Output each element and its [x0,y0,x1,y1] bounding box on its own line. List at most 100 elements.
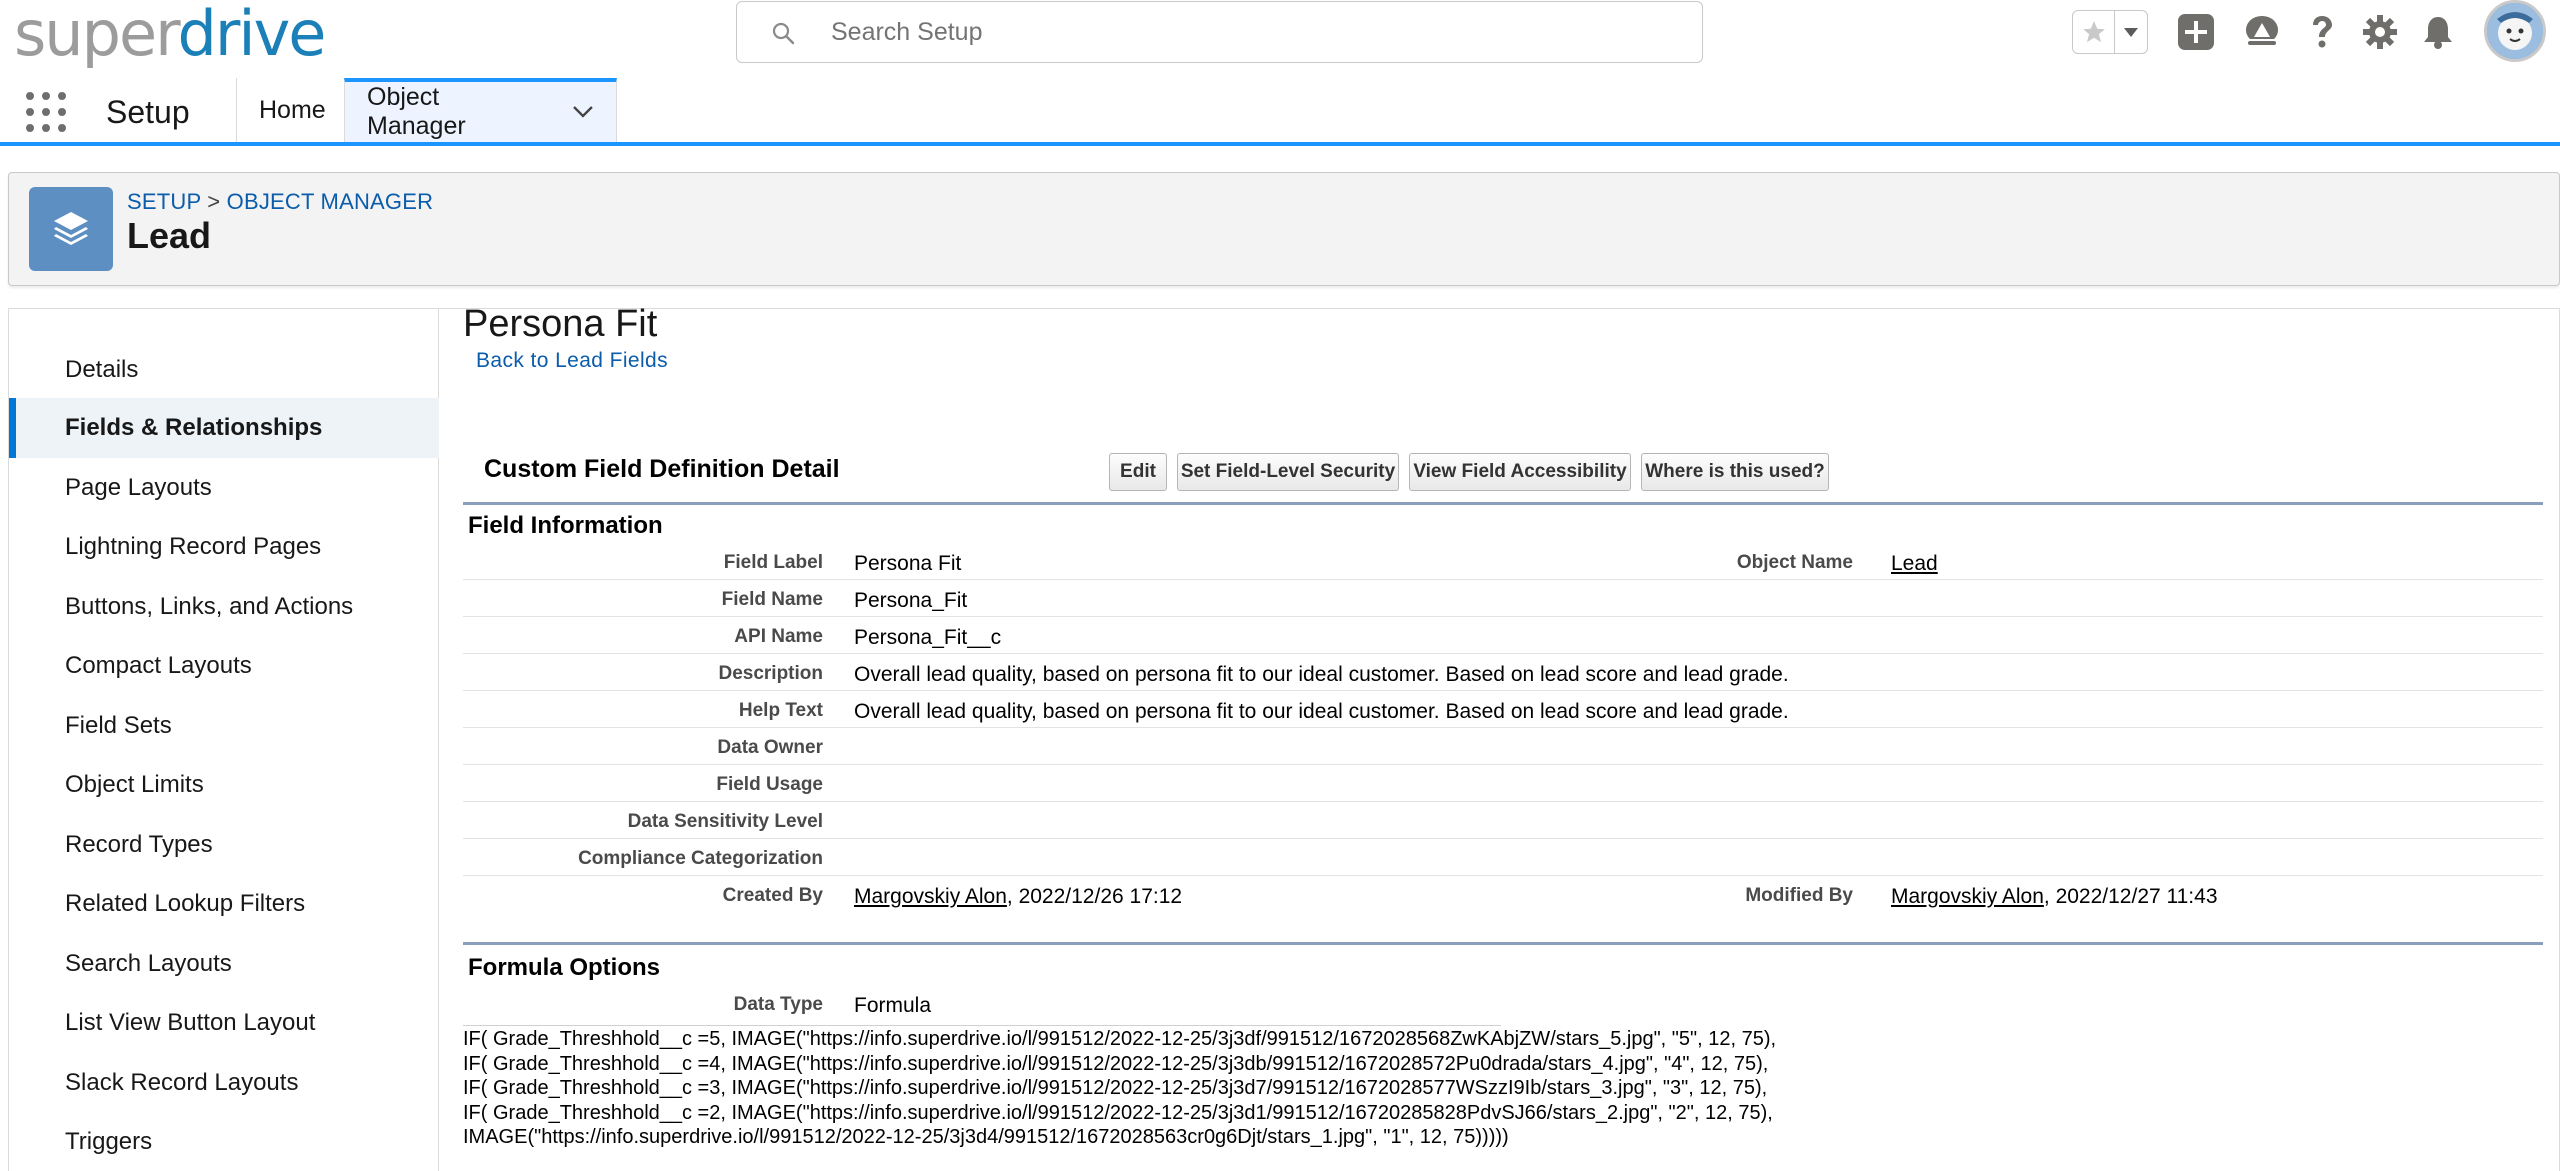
sidebar-item-list-view-button-layout[interactable]: List View Button Layout [9,993,439,1053]
detail-section-title: Custom Field Definition Detail [484,455,840,483]
description-label: Description [718,663,823,684]
sidebar-item-label: Lightning Record Pages [65,533,322,560]
breadcrumb: SETUP > OBJECT MANAGER [127,189,433,215]
sidebar-item-related-lookup-filters[interactable]: Related Lookup Filters [9,874,439,934]
sidebar-item-label: List View Button Layout [65,1009,316,1036]
favorites-star-icon[interactable] [2073,11,2115,53]
modified-by-date: , 2022/12/27 11:43 [2043,885,2218,908]
formula-line: IF( Grade_Threshhold__c =2, IMAGE("https… [463,1101,1773,1124]
sidebar-item-label: Field Sets [65,712,172,739]
section-divider [463,502,2543,505]
tab-object-manager[interactable]: Object Manager [344,78,617,142]
sidebar-item-label: Compact Layouts [65,652,252,679]
formula-line: IMAGE("https://info.superdrive.io/l/9915… [463,1126,1509,1148]
breadcrumb-setup[interactable]: SETUP [127,189,201,214]
help-text-value: Overall lead quality, based on persona f… [854,700,1789,723]
modified-by-value: Margovskiy Alon, 2022/12/27 11:43 [1891,885,2218,909]
object-name-link[interactable]: Lead [1891,552,1938,576]
global-header: superdrive [0,0,2560,78]
sidebar-item-buttons-links-actions[interactable]: Buttons, Links, and Actions [9,577,439,637]
favorites-group[interactable] [2072,10,2148,54]
set-field-level-security-button[interactable]: Set Field-Level Security [1177,453,1399,491]
tab-home-label: Home [259,95,326,124]
sidebar-item-label: Triggers [65,1128,153,1155]
row-field-usage: Field Usage [463,765,2543,802]
breadcrumb-object-manager[interactable]: OBJECT MANAGER [227,189,434,214]
sidebar-item-label: Related Lookup Filters [65,890,306,917]
row-data-type: Data Type Formula [463,985,2543,1022]
field-usage-label: Field Usage [716,774,823,795]
add-icon[interactable] [2176,12,2216,52]
object-name-label: Object Name [1736,552,1853,573]
sidebar-item-label: Record Types [65,831,213,858]
app-name: Setup [106,94,190,130]
field-detail-content: Persona Fit Back to Lead Fields Custom F… [463,303,2547,1171]
sidebar-item-field-sets[interactable]: Field Sets [9,696,439,756]
sidebar-item-compact-layouts[interactable]: Compact Layouts [9,636,439,696]
sidebar-item-triggers[interactable]: Triggers [9,1112,439,1171]
back-to-lead-fields-link[interactable]: Back to Lead Fields [476,349,668,373]
edit-button[interactable]: Edit [1109,453,1167,491]
sidebar-item-label: Buttons, Links, and Actions [65,593,354,620]
row-created-modified: Created By Margovskiy Alon, 2022/12/26 1… [463,876,2543,913]
sidebar-item-lightning-record-pages[interactable]: Lightning Record Pages [9,517,439,577]
page-title: Persona Fit [463,303,658,345]
setup-gear-icon[interactable] [2360,12,2400,52]
created-by-user-link[interactable]: Margovskiy Alon [854,885,1007,908]
superdrive-logo[interactable]: superdrive [14,2,326,66]
section-divider [463,942,2543,945]
sidebar-item-object-limits[interactable]: Object Limits [9,755,439,815]
logo-text-drive: drive [177,0,327,70]
formula-divider [463,1025,1501,1026]
formula-options-heading: Formula Options [468,954,660,981]
formula-line: IF( Grade_Threshhold__c =3, IMAGE("https… [463,1077,1768,1099]
avatar[interactable] [2484,0,2546,62]
row-field-label: Field Label Persona Fit Object Name Lead [463,543,2543,580]
sidebar-item-fields-relationships[interactable]: Fields & Relationships [9,398,439,458]
logo-text-super: super [14,0,179,70]
data-sensitivity-label: Data Sensitivity Level [627,811,823,832]
help-icon[interactable] [2302,12,2342,52]
main-body: Details Fields & Relationships Page Layo… [8,303,2560,1171]
field-information-heading: Field Information [468,512,663,539]
search-input[interactable] [831,12,1671,52]
where-is-this-used-button[interactable]: Where is this used? [1641,453,1829,491]
field-label-value: Persona Fit [854,552,962,575]
tab-object-manager-label: Object Manager [367,83,466,140]
chevron-down-icon[interactable] [572,105,594,119]
description-value: Overall lead quality, based on persona f… [854,663,1789,686]
sidebar-item-record-types[interactable]: Record Types [9,815,439,875]
object-sidebar: Details Fields & Relationships Page Layo… [9,309,439,1171]
app-navigation-bar: Setup Home Object Manager [0,78,2560,146]
object-layers-icon [29,187,113,271]
notifications-bell-icon[interactable] [2418,12,2458,52]
api-name-label: API Name [734,626,823,647]
modified-by-user-link[interactable]: Margovskiy Alon [1891,885,2044,908]
trailhead-icon[interactable] [2242,12,2282,52]
sidebar-item-label: Page Layouts [65,474,212,501]
sidebar-item-search-layouts[interactable]: Search Layouts [9,934,439,994]
compliance-label: Compliance Categorization [578,848,823,869]
sidebar-item-details[interactable]: Details [9,340,439,400]
data-type-value: Formula [854,994,932,1017]
sidebar-item-label: Search Layouts [65,950,232,977]
data-type-label: Data Type [733,994,823,1015]
created-by-label: Created By [722,885,823,906]
data-owner-label: Data Owner [717,737,823,758]
field-name-value: Persona_Fit [854,589,968,612]
view-field-accessibility-button[interactable]: View Field Accessibility [1409,453,1631,491]
created-by-value: Margovskiy Alon, 2022/12/26 17:12 [854,885,1182,909]
sidebar-item-slack-record-layouts[interactable]: Slack Record Layouts [9,1053,439,1113]
global-search[interactable] [736,1,1703,63]
sidebar-item-page-layouts[interactable]: Page Layouts [9,458,439,518]
row-api-name: API Name Persona_Fit__c [463,617,2543,654]
object-header: SETUP > OBJECT MANAGER Lead [8,172,2560,286]
modified-by-label: Modified By [1745,885,1853,906]
sidebar-item-label: Details [65,356,139,383]
favorites-dropdown-icon[interactable] [2115,11,2147,53]
formula-line: IF( Grade_Threshhold__c =5, IMAGE("https… [463,1028,1777,1050]
app-launcher-icon[interactable] [26,92,66,132]
sidebar-item-label: Fields & Relationships [65,414,323,441]
tab-home[interactable]: Home [236,78,344,142]
search-icon [772,22,795,45]
